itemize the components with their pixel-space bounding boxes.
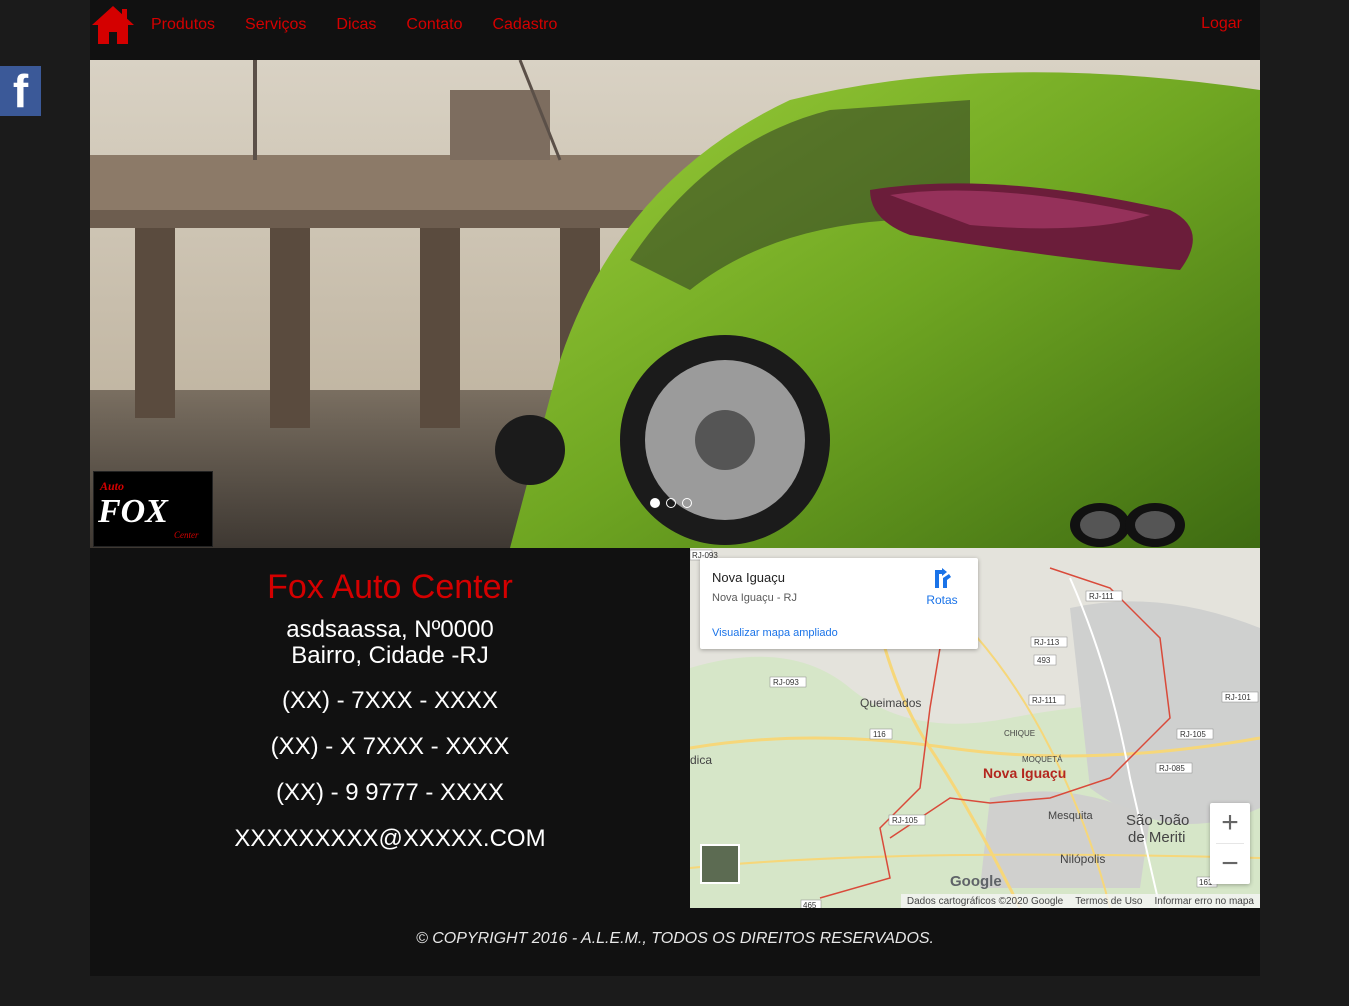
- nav-servicos[interactable]: Serviços: [245, 16, 306, 34]
- svg-text:RJ-111: RJ-111: [1032, 696, 1057, 705]
- directions-icon: [935, 568, 951, 588]
- svg-text:RJ-093: RJ-093: [773, 678, 799, 687]
- nav-links: Produtos Serviços Dicas Contato Cadastro: [151, 0, 587, 50]
- zoom-in-button[interactable]: +: [1210, 803, 1250, 843]
- nav-dicas[interactable]: Dicas: [336, 16, 376, 34]
- svg-text:RJ-085: RJ-085: [1159, 764, 1185, 773]
- svg-text:RJ-105: RJ-105: [1180, 730, 1206, 739]
- svg-text:Center: Center: [174, 530, 199, 540]
- phone-3: (XX) - 9 9777 - XXXX: [275, 779, 505, 806]
- svg-text:RJ-101: RJ-101: [1225, 693, 1251, 702]
- map-data-credit: Dados cartográficos ©2020 Google: [906, 895, 1064, 907]
- carousel-dot-1[interactable]: [650, 498, 660, 508]
- company-name: Fox Auto Center: [267, 568, 513, 606]
- svg-text:RJ-105: RJ-105: [892, 816, 918, 825]
- svg-text:465: 465: [803, 901, 817, 908]
- svg-text:CHIQUE: CHIQUE: [1004, 729, 1035, 738]
- carousel-indicators: [650, 498, 692, 508]
- email: XXXXXXXXX@XXXXX.COM: [234, 825, 546, 852]
- svg-text:Queimados: Queimados: [860, 696, 921, 710]
- svg-text:Nova Iguaçu: Nova Iguaçu: [983, 765, 1066, 781]
- fox-logo: Auto FOX Center: [93, 471, 213, 547]
- enlarge-map-link[interactable]: Visualizar mapa ampliado: [712, 627, 838, 639]
- google-logo: Google: [950, 873, 1002, 890]
- login-link[interactable]: Logar: [1201, 15, 1242, 33]
- nav-produtos[interactable]: Produtos: [151, 16, 215, 34]
- svg-text:FOX: FOX: [97, 493, 169, 530]
- hero-image: [90, 60, 1260, 548]
- page-container: Produtos Serviços Dicas Contato Cadastro…: [90, 0, 1260, 976]
- facebook-button[interactable]: f: [0, 66, 41, 116]
- address-line2: Bairro, Cidade -RJ: [291, 642, 489, 669]
- google-map[interactable]: Queimados Nova Iguaçu São João de Meriti…: [690, 548, 1260, 908]
- home-icon[interactable]: [90, 4, 136, 46]
- map-terms-link[interactable]: Termos de Uso: [1075, 896, 1142, 907]
- svg-text:de Meriti: de Meriti: [1128, 829, 1186, 846]
- satellite-toggle[interactable]: [700, 844, 740, 884]
- nav-contato[interactable]: Contato: [406, 16, 462, 34]
- zoom-out-button[interactable]: −: [1210, 844, 1250, 884]
- routes-button[interactable]: Rotas: [924, 568, 960, 607]
- svg-text:Nilópolis: Nilópolis: [1060, 852, 1105, 866]
- svg-text:Mesquita: Mesquita: [1048, 810, 1094, 822]
- phone-1: (XX) - 7XXX - XXXX: [281, 687, 499, 714]
- map-place-name: Nova Iguaçu: [712, 570, 785, 585]
- carousel-dot-2[interactable]: [666, 498, 676, 508]
- svg-text:MOQUETÁ: MOQUETÁ: [1022, 755, 1063, 764]
- svg-text:São João: São João: [1126, 812, 1189, 829]
- hero-carousel: Auto FOX Center: [90, 60, 1260, 548]
- carousel-dot-3[interactable]: [682, 498, 692, 508]
- footer-copyright: © COPYRIGHT 2016 - A.L.E.M., TODOS OS DI…: [416, 930, 934, 947]
- address-line1: asdsaassa, Nº0000: [286, 616, 494, 643]
- svg-text:RJ-113: RJ-113: [1034, 638, 1060, 647]
- routes-label: Rotas: [926, 593, 958, 607]
- svg-text:116: 116: [873, 730, 886, 739]
- svg-text:493: 493: [1037, 656, 1051, 665]
- map-report-link[interactable]: Informar erro no mapa: [1155, 896, 1255, 907]
- svg-text:RJ-111: RJ-111: [1089, 592, 1114, 601]
- contact-info: Fox Auto Center asdsaassa, Nº0000 Bairro…: [90, 548, 690, 908]
- address: asdsaassa, Nº0000 Bairro, Cidade -RJ: [90, 617, 690, 669]
- svg-text:dica: dica: [690, 753, 712, 767]
- map-info-card: Nova Iguaçu Nova Iguaçu - RJ Visualizar …: [700, 558, 978, 649]
- facebook-icon: f: [12, 65, 29, 117]
- map-place-sub: Nova Iguaçu - RJ: [712, 592, 797, 604]
- phone-2: (XX) - X 7XXX - XXXX: [270, 733, 510, 760]
- zoom-controls: + −: [1210, 803, 1250, 884]
- nav-cadastro[interactable]: Cadastro: [492, 16, 557, 34]
- navbar: Produtos Serviços Dicas Contato Cadastro…: [90, 0, 1260, 50]
- svg-text:Auto: Auto: [99, 479, 124, 493]
- map-attribution: Dados cartográficos ©2020 Google Termos …: [900, 894, 1260, 908]
